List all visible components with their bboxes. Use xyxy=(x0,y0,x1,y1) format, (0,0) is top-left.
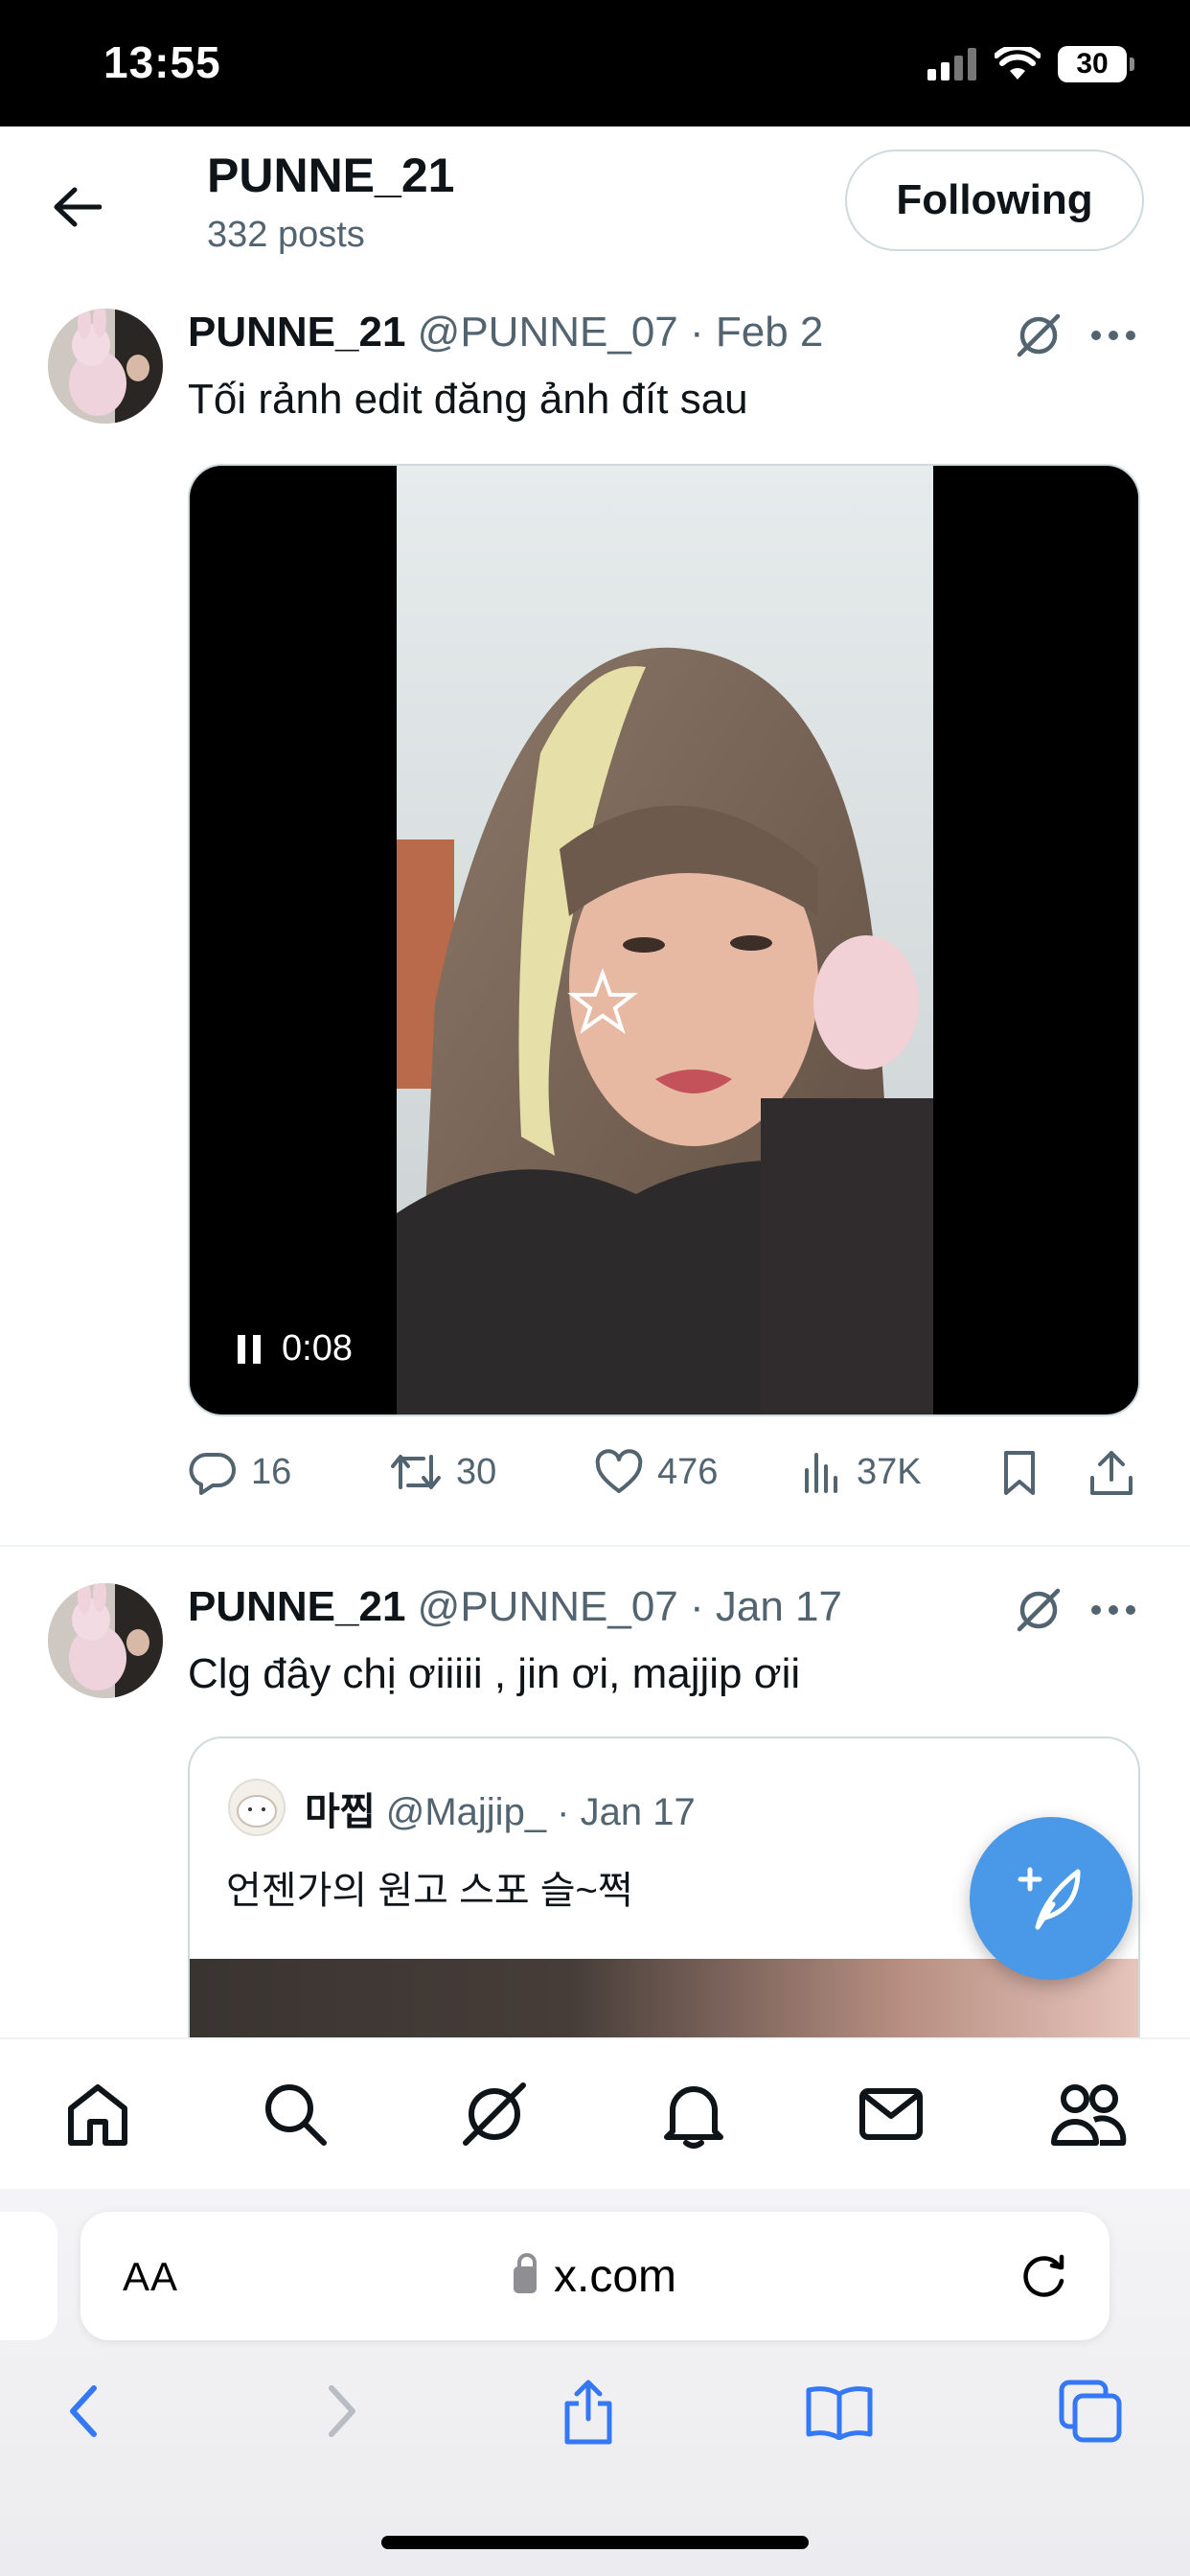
grok-icon[interactable] xyxy=(1012,1583,1065,1637)
quoted-text: 언젠가의 원고 스포 슬~쩍 xyxy=(226,1870,633,1912)
divider xyxy=(0,1545,1190,1547)
more-icon[interactable] xyxy=(1085,309,1142,362)
bookmark-button[interactable] xyxy=(1000,1449,1039,1497)
cellular-signal-icon xyxy=(927,48,976,80)
more-icon[interactable] xyxy=(1085,1583,1142,1637)
profile-header: PUNNE_21 332 posts Following xyxy=(0,126,1190,280)
tab-grok[interactable] xyxy=(456,2076,533,2152)
quoted-author-name: 마찝 xyxy=(305,1791,376,1833)
wifi-icon xyxy=(995,47,1041,80)
tab-home[interactable] xyxy=(59,2076,136,2152)
quoted-avatar-image xyxy=(237,1795,277,1828)
share-button[interactable] xyxy=(550,2373,627,2450)
grok-icon[interactable] xyxy=(1012,309,1065,362)
url-text: x.com xyxy=(553,2251,676,2302)
home-icon xyxy=(68,2084,127,2146)
chevron-left-icon xyxy=(70,2385,97,2437)
share-icon xyxy=(1090,1451,1133,1495)
profile-name: PUNNE_21 xyxy=(207,149,455,202)
tweet-text: Tối rảnh edit đăng ảnh đít sau xyxy=(188,376,748,423)
share-icon xyxy=(564,2380,612,2445)
quoted-avatar[interactable] xyxy=(228,1779,286,1836)
search-icon xyxy=(265,2084,327,2146)
tabs-button[interactable] xyxy=(1052,2373,1129,2450)
quoted-handle-date: @Majjip_ · Jan 17 xyxy=(385,1791,696,1833)
home-indicator xyxy=(381,2536,809,2549)
status-time: 13:55 xyxy=(103,37,221,87)
tab-search[interactable] xyxy=(257,2076,333,2152)
browser-toolbar: AA x.com xyxy=(0,2189,1190,2576)
previous-tab-preview[interactable] xyxy=(0,2212,57,2340)
like-count: 476 xyxy=(657,1451,719,1492)
back-button[interactable] xyxy=(46,2373,123,2450)
tab-communities[interactable] xyxy=(1050,2076,1127,2152)
reply-button[interactable]: 16 xyxy=(188,1449,291,1495)
avatar-image xyxy=(48,1583,163,1698)
tweet-header: PUNNE_21 @PUNNE_07 · Feb 2 xyxy=(188,309,823,356)
notifications-icon xyxy=(664,2086,723,2149)
avatar-image xyxy=(48,309,163,424)
video-controls: 0:08 xyxy=(238,1328,353,1369)
url-display[interactable]: x.com xyxy=(80,2250,1110,2303)
following-button[interactable]: Following xyxy=(845,150,1144,251)
quoted-header: 마찝 @Majjip_ · Jan 17 xyxy=(305,1781,696,1836)
share-button[interactable] xyxy=(1088,1449,1134,1497)
author-name[interactable]: PUNNE_21 xyxy=(188,309,405,356)
communities-icon xyxy=(1051,2084,1127,2146)
author-handle-date[interactable]: @PUNNE_07 · Feb 2 xyxy=(418,309,824,356)
tweet-actions: 16 30 476 37K xyxy=(188,1449,1146,1516)
like-icon xyxy=(595,1449,643,1493)
video-thumbnail xyxy=(397,466,933,1414)
repost-button[interactable]: 30 xyxy=(389,1449,496,1495)
book-icon xyxy=(806,2386,873,2440)
post-count: 332 posts xyxy=(207,215,365,255)
tweet-text: Clg đây chị ơiiiii , jin ơi, majjip ơii xyxy=(188,1650,801,1697)
like-button[interactable]: 476 xyxy=(594,1449,718,1495)
video-time: 0:08 xyxy=(282,1328,353,1368)
video-player[interactable]: 0:08 xyxy=(188,464,1140,1416)
avatar[interactable] xyxy=(48,1583,163,1698)
views-button[interactable]: 37K xyxy=(801,1449,922,1495)
status-bar: 13:55 30 xyxy=(0,0,1190,126)
grok-icon xyxy=(463,2082,526,2146)
reply-icon xyxy=(189,1452,236,1495)
views-icon xyxy=(805,1453,837,1493)
status-icons: 30 xyxy=(927,46,1134,82)
tabs-icon xyxy=(1059,2380,1122,2443)
avatar[interactable] xyxy=(48,309,163,424)
forward-button[interactable] xyxy=(303,2373,379,2450)
video-frame xyxy=(397,466,933,1414)
compose-icon xyxy=(1018,1867,1081,1930)
lock-icon xyxy=(513,2253,537,2293)
repost-count: 30 xyxy=(456,1451,497,1492)
reply-count: 16 xyxy=(251,1451,292,1492)
back-button[interactable] xyxy=(46,176,107,238)
address-bar[interactable]: AA x.com xyxy=(80,2212,1110,2340)
reload-icon[interactable] xyxy=(1018,2248,1071,2302)
author-name[interactable]: PUNNE_21 xyxy=(188,1583,405,1630)
messages-icon xyxy=(859,2088,923,2140)
chevron-right-icon xyxy=(329,2385,355,2437)
tab-messages[interactable] xyxy=(853,2076,929,2152)
views-count: 37K xyxy=(857,1451,922,1492)
author-handle-date[interactable]: @PUNNE_07 · Jan 17 xyxy=(418,1583,842,1630)
tweet-header: PUNNE_21 @PUNNE_07 · Jan 17 xyxy=(188,1583,842,1631)
battery-indicator: 30 xyxy=(1058,46,1134,82)
back-arrow-icon xyxy=(54,187,102,227)
repost-icon xyxy=(391,1455,441,1489)
compose-button[interactable] xyxy=(970,1817,1133,1980)
bottom-tab-bar xyxy=(0,2037,1190,2189)
pause-icon[interactable] xyxy=(238,1334,261,1364)
bookmark-icon xyxy=(1004,1451,1035,1495)
bookmarks-button[interactable] xyxy=(801,2373,878,2450)
tab-notifications[interactable] xyxy=(655,2076,732,2152)
